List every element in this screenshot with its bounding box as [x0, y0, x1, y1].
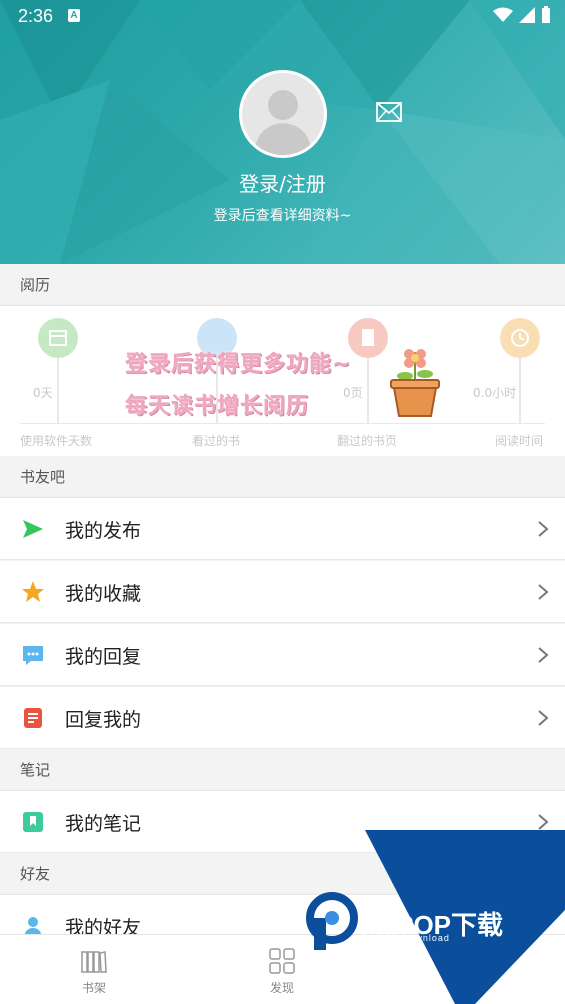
menu-item-label: 我的笔记	[65, 813, 142, 835]
menu-item-my-favorites[interactable]: 我的收藏	[0, 561, 565, 623]
login-hint: 登录后查看详细资料~	[213, 208, 352, 224]
bookshelf-icon	[81, 951, 107, 973]
stat-books: 看过的书	[155, 306, 295, 456]
tab-bookshelf[interactable]: 书架	[0, 935, 188, 1004]
login-promo-line1: 登录后获得更多功能~	[125, 352, 352, 377]
tab-discover[interactable]: 发现	[188, 935, 376, 1004]
chevron-right-icon	[538, 521, 549, 537]
section-friends: 好友	[0, 853, 565, 895]
login-promo-line2: 每天读书增长阅历	[125, 394, 310, 419]
bottom-nav: 书架 发现 我的	[0, 934, 565, 1004]
status-bar: 2:36 A	[0, 0, 565, 32]
notebook-icon	[23, 812, 43, 832]
chevron-right-icon	[538, 584, 549, 600]
chevron-right-icon	[538, 814, 549, 830]
chevron-right-icon	[538, 647, 549, 663]
stat-value: 0.0小时	[473, 386, 517, 400]
mail-icon[interactable]	[376, 102, 402, 122]
stat-caption: 阅读时间	[495, 434, 544, 448]
notification-a-icon: A	[68, 9, 80, 22]
profile-header: 2:36 A 登录/注册 登录后查看详细资料~	[0, 0, 565, 264]
send-icon	[23, 520, 43, 538]
menu-item-label: 我的回复	[65, 646, 142, 668]
login-register-link[interactable]: 登录/注册	[0, 168, 565, 197]
tab-label: 发现	[269, 981, 294, 995]
stat-time: 0.0小时 阅读时间	[425, 306, 565, 456]
menu-item-label: 我的发布	[65, 520, 142, 542]
tab-label: 我的	[457, 981, 482, 995]
stat-line	[519, 358, 521, 423]
stat-caption: 使用软件天数	[20, 434, 93, 448]
star-icon	[22, 581, 44, 602]
status-time: 2:36	[18, 6, 54, 26]
chevron-right-icon	[538, 710, 549, 726]
note-icon	[24, 708, 42, 728]
clock-icon	[500, 318, 540, 358]
avatar[interactable]	[239, 70, 327, 158]
default-avatar-icon	[254, 90, 312, 155]
signal-icon	[519, 7, 535, 23]
stat-line	[57, 358, 59, 423]
section-book-friends: 书友吧	[0, 456, 565, 498]
section-notes: 笔记	[0, 749, 565, 791]
tab-mine[interactable]: 我的	[376, 935, 564, 1004]
menu-item-label: 回复我的	[65, 709, 142, 731]
stat-value: 0天	[33, 386, 53, 400]
section-reading-history: 阅历	[0, 264, 565, 306]
stat-caption: 翻过的书页	[337, 434, 398, 448]
chat-icon	[23, 646, 43, 665]
reading-stats-panel: 0天 使用软件天数 看过的书 0页 翻过的书页 0.0小时 阅读时间 登录后获得…	[0, 306, 565, 456]
tab-label: 书架	[81, 981, 106, 995]
menu-item-my-posts[interactable]: 我的发布	[0, 498, 565, 560]
battery-icon	[542, 6, 550, 23]
wifi-icon	[493, 7, 513, 22]
profile-icon	[459, 950, 481, 974]
stat-caption: 看过的书	[192, 434, 241, 448]
grid-icon	[269, 948, 295, 974]
calendar-icon	[38, 318, 78, 358]
menu-item-replies-to-me[interactable]: 回复我的	[0, 687, 565, 749]
flower-pot-icon	[390, 349, 440, 417]
menu-item-label: 我的收藏	[65, 583, 142, 605]
menu-item-my-notes[interactable]: 我的笔记	[0, 791, 565, 853]
menu-item-my-replies[interactable]: 我的回复	[0, 624, 565, 686]
stat-days: 0天 使用软件天数	[0, 306, 140, 456]
